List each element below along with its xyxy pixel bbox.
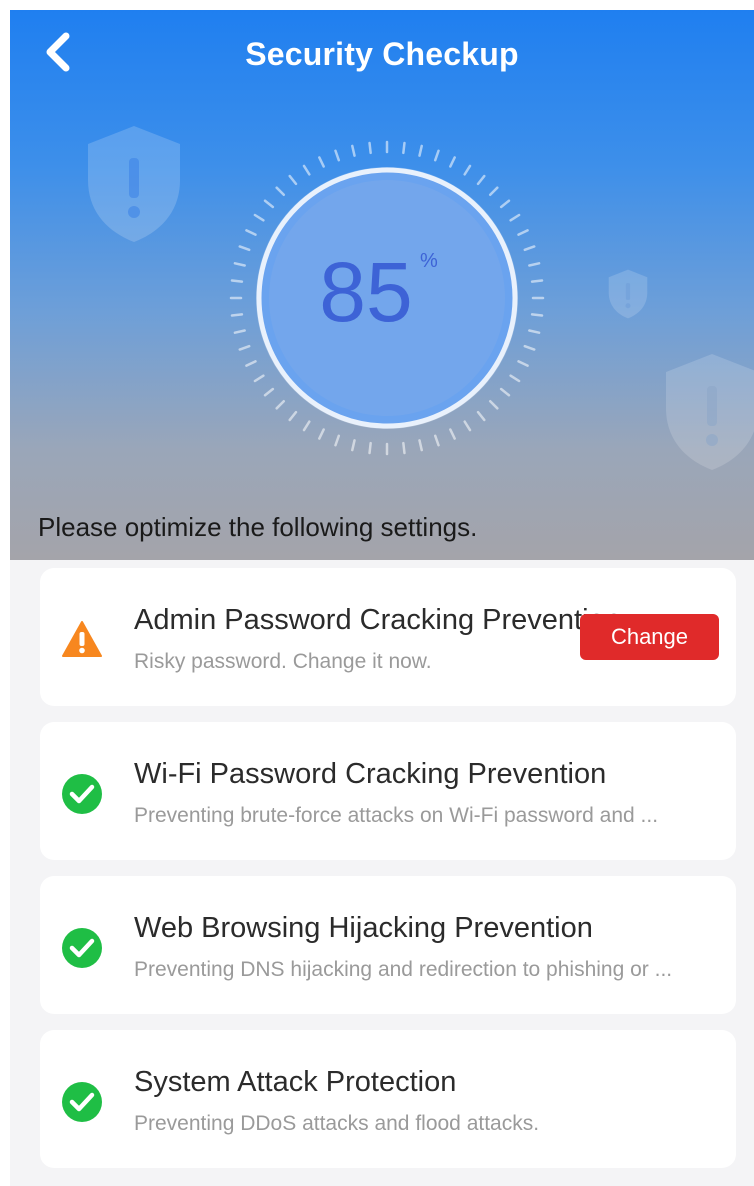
gauge-tick — [517, 229, 529, 236]
gauge-tick — [318, 428, 325, 440]
gauge-tick — [433, 149, 440, 162]
gauge-tick — [488, 399, 499, 410]
item-description: Preventing DDoS attacks and flood attack… — [134, 1112, 540, 1135]
gauge-tick — [275, 399, 286, 410]
gauge-tick — [449, 156, 456, 168]
gauge-tick — [402, 141, 406, 155]
gauge-tick — [302, 420, 311, 432]
gauge-tick — [418, 439, 423, 452]
check-circle-icon — [62, 928, 102, 968]
window-top-edge — [0, 0, 754, 10]
gauge-tick — [334, 434, 341, 447]
gauge-tick — [233, 329, 246, 334]
gauge-tick — [463, 164, 472, 176]
gauge-tick — [263, 387, 275, 397]
item-title: Wi-Fi Password Cracking Prevention — [134, 758, 607, 790]
gauge-tick — [418, 144, 423, 157]
gauge-tick — [517, 360, 529, 367]
gauge-tick — [351, 144, 356, 157]
warning-icon — [62, 621, 102, 657]
hero-panel: Security Checkup Please optimize the fol… — [10, 10, 754, 560]
shield-icon — [88, 126, 180, 242]
gauge-tick — [530, 313, 544, 317]
gauge-tick — [245, 360, 257, 367]
gauge-tick — [253, 213, 265, 222]
gauge-tick — [463, 420, 472, 432]
gauge-tick — [288, 174, 298, 186]
gauge-tick — [509, 213, 521, 222]
gauge-tick — [368, 141, 372, 155]
gauge-tick — [528, 262, 541, 267]
gauge-tick — [263, 199, 275, 209]
check-circle-icon — [62, 1082, 102, 1122]
gauge-tick — [523, 344, 536, 351]
window-left-edge — [0, 0, 10, 1186]
shield-icon — [666, 354, 754, 470]
gauge-tick — [499, 387, 511, 397]
item-title: Admin Password Cracking Prevention — [134, 604, 621, 636]
optimize-notice: Please optimize the following settings. — [38, 512, 478, 542]
gauge-tick — [238, 344, 251, 351]
gauge-tick — [488, 186, 499, 197]
item-web-hijacking[interactable]: Web Browsing Hijacking Prevention Preven… — [40, 876, 736, 1014]
shield-icon — [608, 269, 648, 319]
gauge-tick — [433, 434, 440, 447]
gauge-tick — [253, 374, 265, 383]
item-title: System Attack Protection — [134, 1066, 457, 1098]
gauge-tick — [523, 245, 536, 252]
item-description: Preventing DNS hijacking and redirection… — [134, 958, 673, 981]
gauge-tick — [509, 374, 521, 383]
gauge-tick — [368, 441, 372, 455]
item-title: Web Browsing Hijacking Prevention — [134, 912, 593, 944]
page-title: Security Checkup — [245, 36, 519, 72]
score-gauge — [229, 140, 545, 456]
gauge-tick — [530, 279, 544, 283]
gauge-tick — [476, 410, 486, 422]
gauge-tick — [334, 149, 341, 162]
check-circle-icon — [62, 774, 102, 814]
gauge-tick — [528, 329, 541, 334]
item-system-attack[interactable]: System Attack Protection Preventing DDoS… — [40, 1030, 736, 1168]
gauge-tick — [476, 174, 486, 186]
gauge-tick — [351, 439, 356, 452]
gauge-tick — [245, 229, 257, 236]
gauge-tick — [238, 245, 251, 252]
gauge-tick — [318, 156, 325, 168]
gauge-tick — [449, 428, 456, 440]
item-wifi-password[interactable]: Wi-Fi Password Cracking Prevention Preve… — [40, 722, 736, 860]
change-button[interactable]: Change — [580, 614, 719, 660]
gauge-tick — [402, 441, 406, 455]
gauge-tick — [302, 164, 311, 176]
gauge-tick — [230, 313, 244, 317]
item-description: Preventing brute-force attacks on Wi-Fi … — [134, 804, 659, 827]
item-admin-password[interactable]: Admin Password Cracking Prevention Risky… — [40, 568, 736, 706]
gauge-tick — [275, 186, 286, 197]
gauge-tick — [499, 199, 511, 209]
gauge-tick — [288, 410, 298, 422]
gauge-tick — [233, 262, 246, 267]
gauge-tick — [230, 279, 244, 283]
